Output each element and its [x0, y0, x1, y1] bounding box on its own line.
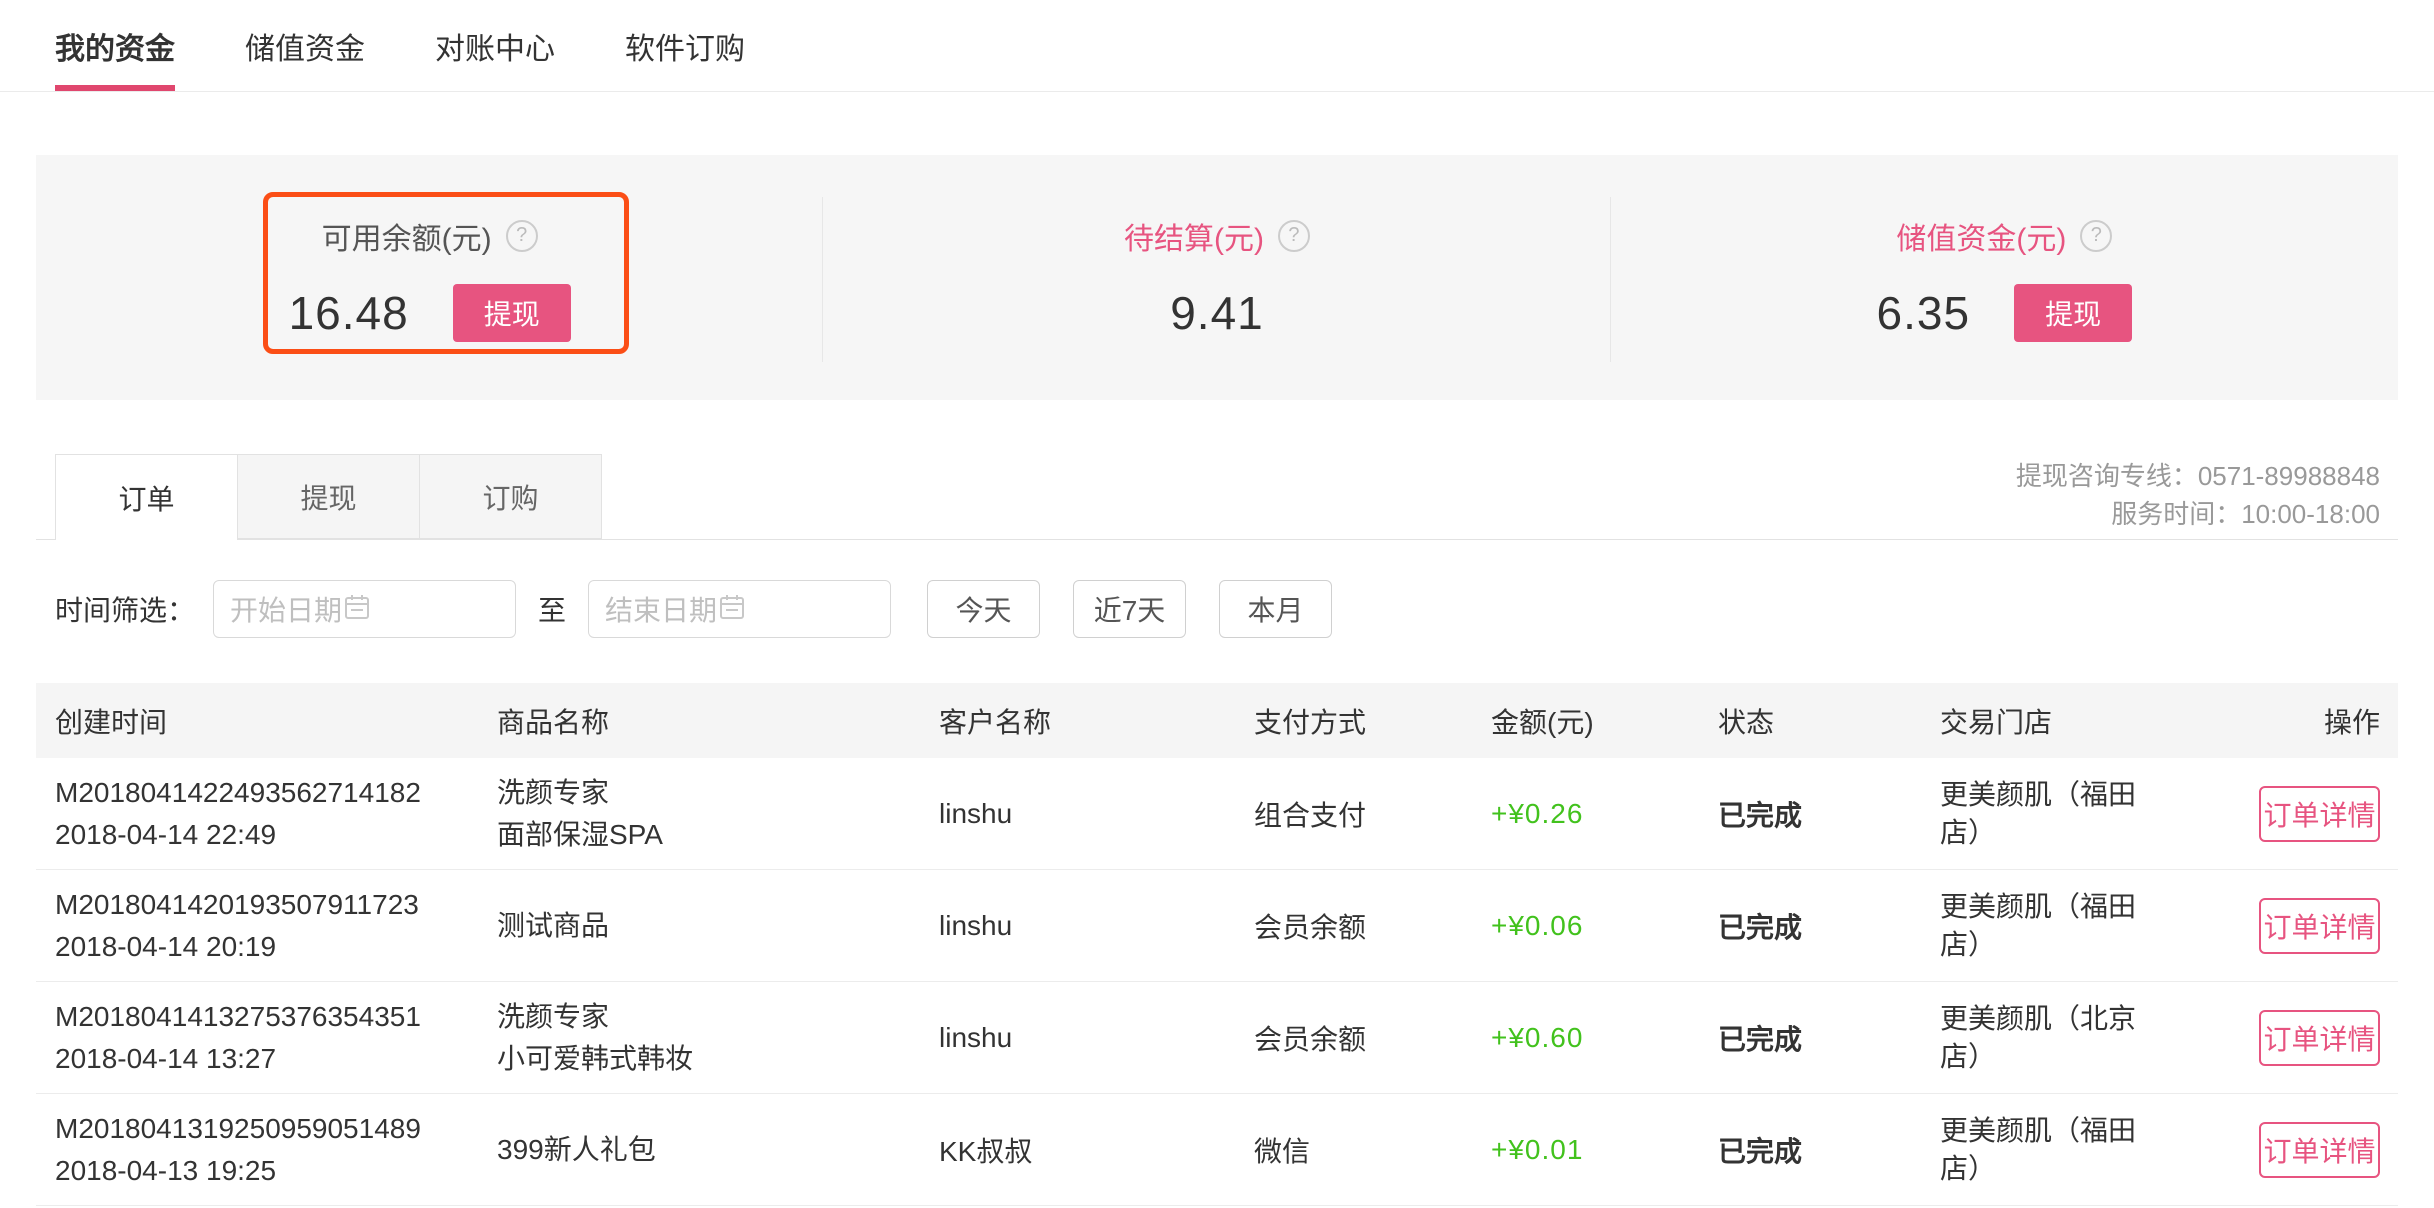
table-header: 创建时间 商品名称 客户名称 支付方式 金额(元) 状态 交易门店 操作 [36, 683, 2398, 758]
help-icon[interactable]: ? [2080, 220, 2112, 252]
amount-cell: +¥0.01 [1491, 1134, 1718, 1166]
status-cell: 已完成 [1718, 1018, 1940, 1058]
order-datetime: 2018-04-14 13:27 [55, 1038, 497, 1080]
pending-settlement-label-row: 待结算(元) ? [1124, 214, 1310, 258]
customer-cell: KK叔叔 [939, 1130, 1254, 1170]
tab-withdrawals[interactable]: 提现 [237, 454, 420, 539]
nav-item-my-funds[interactable]: 我的资金 [55, 0, 175, 91]
order-created-cell: M2018041422493562714182 2018-04-14 22:49 [55, 772, 497, 856]
col-header-action: 操作 [2324, 701, 2380, 741]
withdraw-button-balance[interactable]: 提现 [453, 284, 571, 342]
order-created-cell: M2018041420193507911723 2018-04-14 20:19 [55, 884, 497, 968]
store-cell: 更美颜肌（福田店） [1940, 776, 2180, 852]
customer-cell: linshu [939, 910, 1254, 942]
store-cell: 更美颜肌（福田店） [1940, 1112, 2180, 1188]
available-balance-label-row: 可用余额(元) ? [322, 214, 538, 258]
stored-funds-card: 储值资金(元) ? 6.35 提现 [1611, 155, 2398, 400]
table-row: M2018041319250959051489 2018-04-13 19:25… [36, 1094, 2398, 1206]
help-icon[interactable]: ? [1278, 220, 1310, 252]
end-date-placeholder: 结束日期 [605, 589, 717, 629]
stored-funds-value: 6.35 [1877, 286, 1971, 340]
status-cell: 已完成 [1718, 906, 1940, 946]
available-balance-value: 16.48 [289, 286, 409, 340]
order-number: M2018041319250959051489 [55, 1108, 497, 1150]
pending-settlement-label: 待结算(元) [1124, 214, 1264, 258]
customer-cell: linshu [939, 1022, 1254, 1054]
table-row: M2018041422493562714182 2018-04-14 22:49… [36, 758, 2398, 870]
orders-table: 创建时间 商品名称 客户名称 支付方式 金额(元) 状态 交易门店 操作 M20… [36, 683, 2398, 1206]
col-header-amount: 金额(元) [1491, 701, 1718, 741]
order-detail-button[interactable]: 订单详情 [2259, 1010, 2380, 1066]
calendar-icon[interactable] [342, 592, 372, 627]
product-cell: 399新人礼包 [497, 1129, 939, 1171]
col-header-customer: 客户名称 [939, 701, 1254, 741]
quick-filter-today[interactable]: 今天 [927, 580, 1040, 638]
pending-settlement-card: 待结算(元) ? 9.41 [823, 155, 1610, 400]
withdraw-button-stored[interactable]: 提现 [2014, 284, 2132, 342]
payment-cell: 微信 [1254, 1130, 1491, 1170]
col-header-created: 创建时间 [55, 701, 497, 741]
top-nav: 我的资金 储值资金 对账中心 软件订购 [0, 0, 2434, 92]
col-header-product: 商品名称 [497, 701, 939, 741]
col-header-status: 状态 [1718, 701, 1940, 741]
table-row: M2018041420193507911723 2018-04-14 20:19… [36, 870, 2398, 982]
time-filter-row: 时间筛选： 开始日期 至 结束日期 今天 近7天 本月 [55, 580, 2434, 638]
quick-filter-this-month[interactable]: 本月 [1219, 580, 1332, 638]
funds-summary-panel: 可用余额(元) ? 16.48 提现 待结算(元) ? 9.41 储值资金(元)… [36, 155, 2398, 400]
stored-funds-label-row: 储值资金(元) ? [1896, 214, 2112, 258]
status-cell: 已完成 [1718, 1130, 1940, 1170]
available-balance-label: 可用余额(元) [322, 214, 492, 258]
available-balance-card: 可用余额(元) ? 16.48 提现 [36, 155, 823, 400]
col-header-payment: 支付方式 [1254, 701, 1491, 741]
order-number: M2018041420193507911723 [55, 884, 497, 926]
quick-filter-last7days[interactable]: 近7天 [1073, 580, 1186, 638]
amount-cell: +¥0.60 [1491, 1022, 1718, 1054]
order-created-cell: M2018041319250959051489 2018-04-13 19:25 [55, 1108, 497, 1192]
calendar-icon[interactable] [717, 592, 747, 627]
time-filter-label: 时间筛选： [55, 589, 195, 629]
payment-cell: 组合支付 [1254, 794, 1491, 834]
amount-cell: +¥0.06 [1491, 910, 1718, 942]
support-info: 提现咨询专线：0571-89988848 服务时间：10:00-18:00 [2016, 457, 2380, 533]
date-range-to-label: 至 [538, 589, 566, 629]
support-hotline: 提现咨询专线：0571-89988848 [2016, 457, 2380, 495]
order-datetime: 2018-04-13 19:25 [55, 1150, 497, 1192]
customer-cell: linshu [939, 798, 1254, 830]
list-tabs-bar: 订单 提现 订购 提现咨询专线：0571-89988848 服务时间：10:00… [36, 455, 2398, 540]
table-row: M2018041413275376354351 2018-04-14 13:27… [36, 982, 2398, 1094]
pending-settlement-value: 9.41 [1170, 286, 1264, 340]
end-date-input[interactable]: 结束日期 [588, 580, 891, 638]
order-datetime: 2018-04-14 22:49 [55, 814, 497, 856]
tab-purchases[interactable]: 订购 [419, 454, 602, 539]
status-cell: 已完成 [1718, 794, 1940, 834]
store-cell: 更美颜肌（福田店） [1940, 888, 2180, 964]
start-date-input[interactable]: 开始日期 [213, 580, 516, 638]
stored-funds-label: 储值资金(元) [1896, 214, 2066, 258]
nav-item-software-purchase[interactable]: 软件订购 [625, 0, 745, 91]
start-date-placeholder: 开始日期 [230, 589, 342, 629]
order-detail-button[interactable]: 订单详情 [2259, 786, 2380, 842]
order-number: M2018041422493562714182 [55, 772, 497, 814]
payment-cell: 会员余额 [1254, 906, 1491, 946]
nav-item-reconciliation[interactable]: 对账中心 [435, 0, 555, 91]
help-icon[interactable]: ? [506, 220, 538, 252]
product-cell: 测试商品 [497, 905, 939, 947]
order-detail-button[interactable]: 订单详情 [2259, 898, 2380, 954]
nav-item-stored-funds[interactable]: 储值资金 [245, 0, 365, 91]
col-header-store: 交易门店 [1940, 701, 2180, 741]
order-detail-button[interactable]: 订单详情 [2259, 1122, 2380, 1178]
store-cell: 更美颜肌（北京店） [1940, 1000, 2180, 1076]
support-hours: 服务时间：10:00-18:00 [2016, 495, 2380, 533]
product-cell: 洗颜专家 面部保湿SPA [497, 772, 939, 856]
order-datetime: 2018-04-14 20:19 [55, 926, 497, 968]
product-cell: 洗颜专家 小可爱韩式韩妆 [497, 996, 939, 1080]
amount-cell: +¥0.26 [1491, 798, 1718, 830]
order-created-cell: M2018041413275376354351 2018-04-14 13:27 [55, 996, 497, 1080]
order-number: M2018041413275376354351 [55, 996, 497, 1038]
tab-orders[interactable]: 订单 [55, 454, 238, 540]
payment-cell: 会员余额 [1254, 1018, 1491, 1058]
